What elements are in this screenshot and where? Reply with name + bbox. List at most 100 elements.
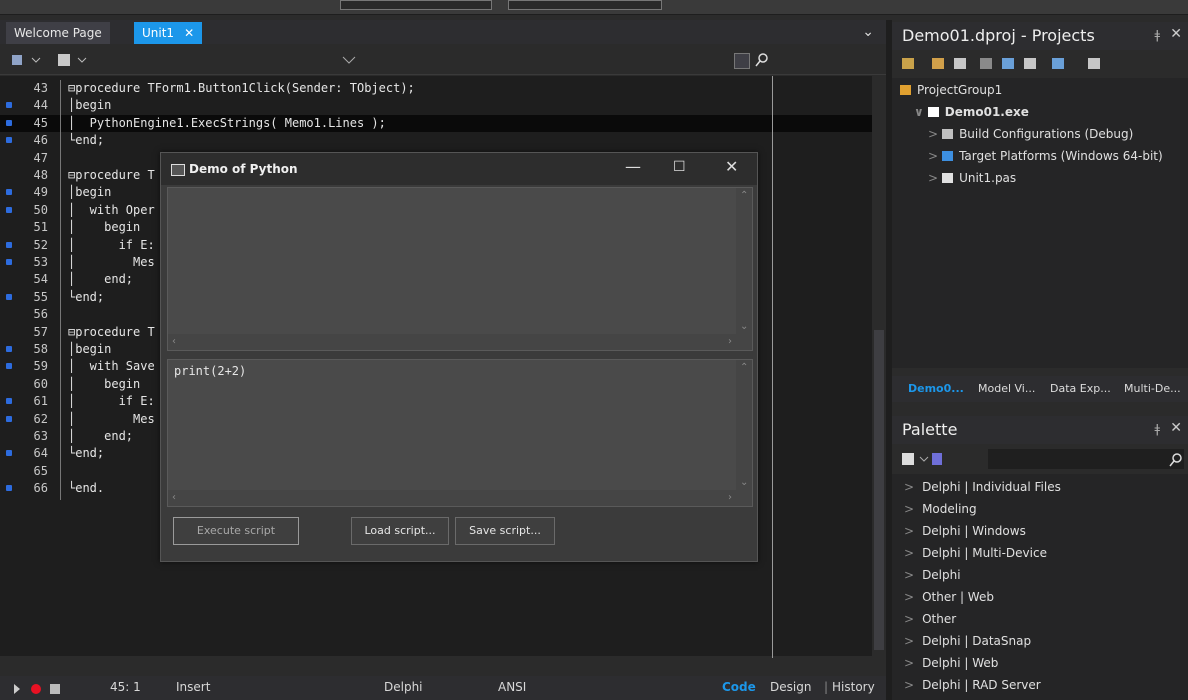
output-horizontal-scrollbar[interactable]: ‹ ›	[168, 334, 752, 350]
palette-category[interactable]: > Delphi | Individual Files	[904, 476, 1061, 498]
run-controls-icon[interactable]	[12, 683, 72, 695]
script-text[interactable]: print(2+2)	[174, 364, 246, 378]
scroll-down-icon[interactable]: ⌄	[740, 321, 748, 332]
code-line[interactable]: 44 │begin	[0, 97, 872, 114]
maximize-button[interactable]: ☐	[673, 159, 686, 175]
breakpoint-marker-icon[interactable]	[6, 241, 12, 248]
cursor-position: 45: 1	[110, 680, 141, 694]
editor-vertical-scroll-thumb[interactable]	[874, 330, 884, 650]
line-number: 52	[33, 237, 48, 252]
palette-category-icon[interactable]	[902, 452, 942, 466]
view-history-tab[interactable]: History	[832, 680, 875, 694]
close-icon[interactable]: ✕	[1170, 26, 1182, 42]
tab-close-icon[interactable]: ✕	[184, 26, 194, 40]
pin-icon[interactable]: ǂ	[1154, 422, 1160, 436]
breakpoint-marker-icon[interactable]	[6, 119, 12, 126]
palette-category[interactable]: > Modeling	[904, 498, 977, 520]
palette-category[interactable]: > Delphi | Multi-Device	[904, 542, 1047, 564]
breakpoint-marker-icon[interactable]	[6, 206, 12, 213]
palette-search-input[interactable]	[988, 449, 1184, 469]
palette-category[interactable]: > Other | Web	[904, 586, 994, 608]
tree-node[interactable]: ProjectGroup1	[900, 80, 1002, 100]
method-list-icon[interactable]	[58, 53, 94, 67]
code-line[interactable]: 46 └end;	[0, 132, 872, 149]
breakpoint-marker-icon[interactable]	[6, 293, 12, 300]
tree-node-label: Target Platforms (Windows 64-bit)	[959, 149, 1163, 163]
line-number: 48	[33, 168, 48, 182]
tree-expander-icon[interactable]: >	[928, 171, 938, 185]
breakpoint-marker-icon[interactable]	[6, 363, 12, 370]
view-code-tab[interactable]: Code	[722, 680, 756, 694]
combo-dropdown-icon[interactable]	[734, 53, 750, 69]
method-dropdown-icon[interactable]	[342, 55, 356, 65]
tab-list-dropdown-icon[interactable]: ⌄	[862, 24, 874, 40]
toolbar-combo-2[interactable]	[508, 0, 662, 10]
scroll-right-icon[interactable]: ›	[728, 336, 732, 347]
breakpoint-marker-icon[interactable]	[6, 485, 12, 492]
code-text: │ if E:	[68, 394, 155, 409]
tree-node[interactable]: ∨ Demo01.exe	[914, 102, 1029, 122]
breakpoint-marker-icon[interactable]	[6, 102, 12, 109]
tree-expander-icon[interactable]: >	[928, 149, 938, 163]
breakpoint-marker-icon[interactable]	[6, 450, 12, 457]
tree-node[interactable]: > Build Configurations (Debug)	[928, 124, 1133, 144]
save-script-button[interactable]: Save script...	[455, 517, 555, 545]
line-number: 66	[33, 481, 48, 496]
palette-category[interactable]: > Delphi	[904, 564, 961, 586]
output-vertical-scrollbar[interactable]: ⌃ ⌄	[736, 188, 752, 350]
pin-icon[interactable]: ǂ	[1154, 28, 1160, 42]
palette-category[interactable]: > Delphi | Windows	[904, 520, 1026, 542]
tab-demo01[interactable]: Demo0...	[908, 382, 964, 395]
palette-category[interactable]: > Other	[904, 608, 956, 630]
breakpoint-marker-icon[interactable]	[6, 189, 12, 196]
close-button[interactable]: ✕	[725, 157, 738, 176]
minimize-button[interactable]: —	[625, 157, 641, 176]
scroll-up-icon[interactable]: ⌃	[740, 362, 748, 373]
window-titlebar[interactable]: Demo of Python — ☐ ✕	[161, 153, 757, 185]
palette-category[interactable]: > Delphi | Web	[904, 652, 998, 674]
insert-mode[interactable]: Insert	[176, 680, 210, 694]
script-memo[interactable]: print(2+2) ⌃ ⌄ ‹ ›	[167, 359, 753, 507]
code-line[interactable]: 43 ⊟procedure TForm1.Button1Click(Sender:…	[0, 80, 872, 97]
breakpoint-marker-icon[interactable]	[6, 137, 12, 144]
tab-welcome-page[interactable]: Welcome Page	[6, 22, 110, 44]
breakpoint-marker-icon[interactable]	[6, 415, 12, 422]
script-horizontal-scrollbar[interactable]: ‹ ›	[168, 490, 752, 506]
toolbar-combo-1[interactable]	[340, 0, 492, 10]
output-memo[interactable]: ⌃ ⌄ ‹ ›	[167, 187, 753, 351]
code-text: ⊟procedure T	[68, 324, 155, 339]
execute-script-button[interactable]: Execute script	[173, 517, 299, 545]
search-icon[interactable]	[1168, 452, 1184, 468]
scroll-left-icon[interactable]: ‹	[172, 336, 176, 347]
code-line[interactable]: 45 │ PythonEngine1.ExecStrings( Memo1.Lin…	[0, 114, 872, 132]
editor-horizontal-scrollbar[interactable]	[0, 658, 872, 674]
line-number: 56	[33, 307, 48, 322]
encoding[interactable]: ANSI	[498, 680, 526, 694]
scroll-right-icon[interactable]: ›	[728, 492, 732, 503]
search-icon[interactable]	[754, 52, 770, 68]
tree-node[interactable]: > Unit1.pas	[928, 168, 1016, 188]
tree-expander-icon[interactable]: >	[928, 127, 938, 141]
tab-unit1[interactable]: Unit1 ✕	[134, 22, 203, 44]
palette-category-label: Modeling	[922, 502, 977, 516]
tree-node[interactable]: > Target Platforms (Windows 64-bit)	[928, 146, 1163, 166]
view-design-tab[interactable]: Design	[770, 680, 811, 694]
tab-multi-device[interactable]: Multi-De...	[1124, 382, 1181, 395]
scroll-left-icon[interactable]: ‹	[172, 492, 176, 503]
palette-category[interactable]: > Delphi | RAD Server	[904, 674, 1041, 696]
breakpoint-marker-icon[interactable]	[6, 346, 12, 352]
breakpoint-marker-icon[interactable]	[6, 398, 12, 405]
palette-category[interactable]: > Delphi | DataSnap	[904, 630, 1031, 652]
tab-data-explorer[interactable]: Data Exp...	[1050, 382, 1111, 395]
scroll-up-icon[interactable]: ⌃	[740, 190, 748, 201]
script-vertical-scrollbar[interactable]: ⌃ ⌄	[736, 360, 752, 506]
tree-node-icon	[900, 85, 911, 95]
load-script-button[interactable]: Load script...	[351, 517, 449, 545]
class-explorer-icon[interactable]	[12, 53, 52, 67]
scroll-down-icon[interactable]: ⌄	[740, 477, 748, 488]
projects-toolbar-icons[interactable]	[892, 52, 1188, 76]
tree-expander-icon[interactable]: ∨	[914, 105, 924, 119]
tab-model-view[interactable]: Model Vi...	[978, 382, 1035, 395]
breakpoint-marker-icon[interactable]	[6, 259, 12, 265]
close-icon[interactable]: ✕	[1170, 420, 1182, 436]
